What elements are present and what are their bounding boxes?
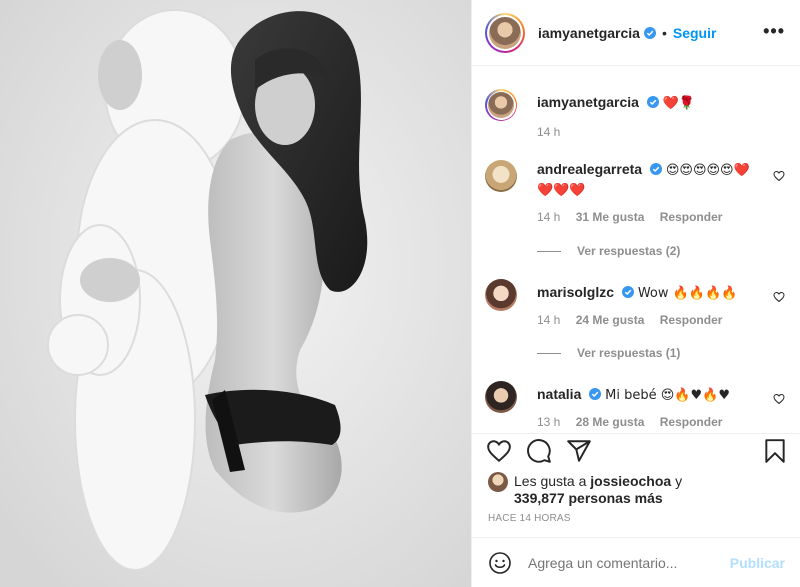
smiley-icon[interactable] [488,551,512,575]
more-options-icon[interactable]: ••• [763,22,785,40]
heart-outline-icon[interactable] [486,438,512,464]
verified-badge-icon [643,26,656,39]
comment-likes[interactable]: 24 Me gusta [576,313,645,327]
post-header: iamyanetgarcia • Seguir ••• [472,0,800,66]
comment-meta: 13 h 28 Me gusta Responder [537,415,734,429]
author-avatar[interactable] [485,12,525,53]
comment-time: 13 h [537,415,561,429]
verified-badge-icon [646,96,659,108]
caption-time: 14 h [537,125,561,139]
bookmark-icon[interactable] [762,438,788,464]
comment-meta: 14 h 31 Me gusta Responder [537,210,734,224]
verified-badge-icon [649,163,662,175]
comment-like-heart-icon[interactable] [773,393,785,405]
comment-like-heart-icon[interactable] [773,170,785,182]
comment-like-heart-icon[interactable] [773,291,785,303]
comment-bubble-icon[interactable] [526,438,552,464]
comments-list[interactable]: iamyanetgarcia ❤️🌹 14 h andrealegarreta … [472,67,800,433]
view-replies-label: Ver respuestas (2) [577,244,681,258]
comment-input[interactable] [528,554,730,571]
likes-line-1: Les gusta a jossieochoa y [514,472,682,490]
likes-prefix: Les gusta a [514,473,587,489]
comment-meta: 14 h 24 Me gusta Responder [537,313,734,327]
comment-text: Mi bebé 😍🔥♥🔥♥ [605,388,730,403]
comment-time: 14 h [537,210,561,224]
header-separator: • [661,24,667,41]
caption-text: ❤️🌹 [662,96,696,111]
view-replies-button[interactable]: Ver respuestas (2) [537,244,680,258]
author-username[interactable]: iamyanetgarcia [538,25,640,41]
action-bar [472,433,800,473]
verified-badge-icon [621,286,634,298]
commenter-avatar[interactable] [485,160,517,192]
reply-button[interactable]: Responder [660,313,723,327]
follow-button[interactable]: Seguir [673,25,717,41]
commenter-username[interactable]: marisolglzc [537,284,614,300]
reply-button[interactable]: Responder [660,210,723,224]
verified-badge-icon [589,388,602,400]
reply-button[interactable]: Responder [660,415,723,429]
view-replies-button[interactable]: Ver respuestas (1) [537,346,680,360]
comment-composer: Publicar [472,537,800,587]
commenter-avatar[interactable] [485,279,517,311]
comment-time: 14 h [537,313,561,327]
publish-button[interactable]: Publicar [730,555,785,571]
post-timestamp[interactable]: HACE 14 HORAS [488,513,571,524]
caption-username[interactable]: iamyanetgarcia [537,94,639,110]
caption-meta: 14 h [537,125,572,139]
comment-likes[interactable]: 31 Me gusta [576,210,645,224]
comment-likes[interactable]: 28 Me gusta [576,415,645,429]
likes-suffix: y [675,473,683,489]
post-photo[interactable] [0,0,471,587]
liker-username[interactable]: jossieochoa [590,473,671,489]
commenter-username[interactable]: natalia [537,386,581,402]
caption-avatar[interactable] [485,89,517,121]
commenter-username[interactable]: andrealegarreta [537,161,642,177]
photo-illustration [0,0,471,587]
commenter-avatar[interactable] [485,381,517,413]
liker-avatar[interactable] [488,472,508,492]
likes-count[interactable]: 339,877 personas más [514,489,663,507]
post-panel: iamyanetgarcia • Seguir ••• iamyanetgarc… [471,0,800,587]
view-replies-label: Ver respuestas (1) [577,346,681,360]
paper-plane-icon[interactable] [566,438,592,464]
comment-text: Wow 🔥🔥🔥🔥 [637,286,738,301]
